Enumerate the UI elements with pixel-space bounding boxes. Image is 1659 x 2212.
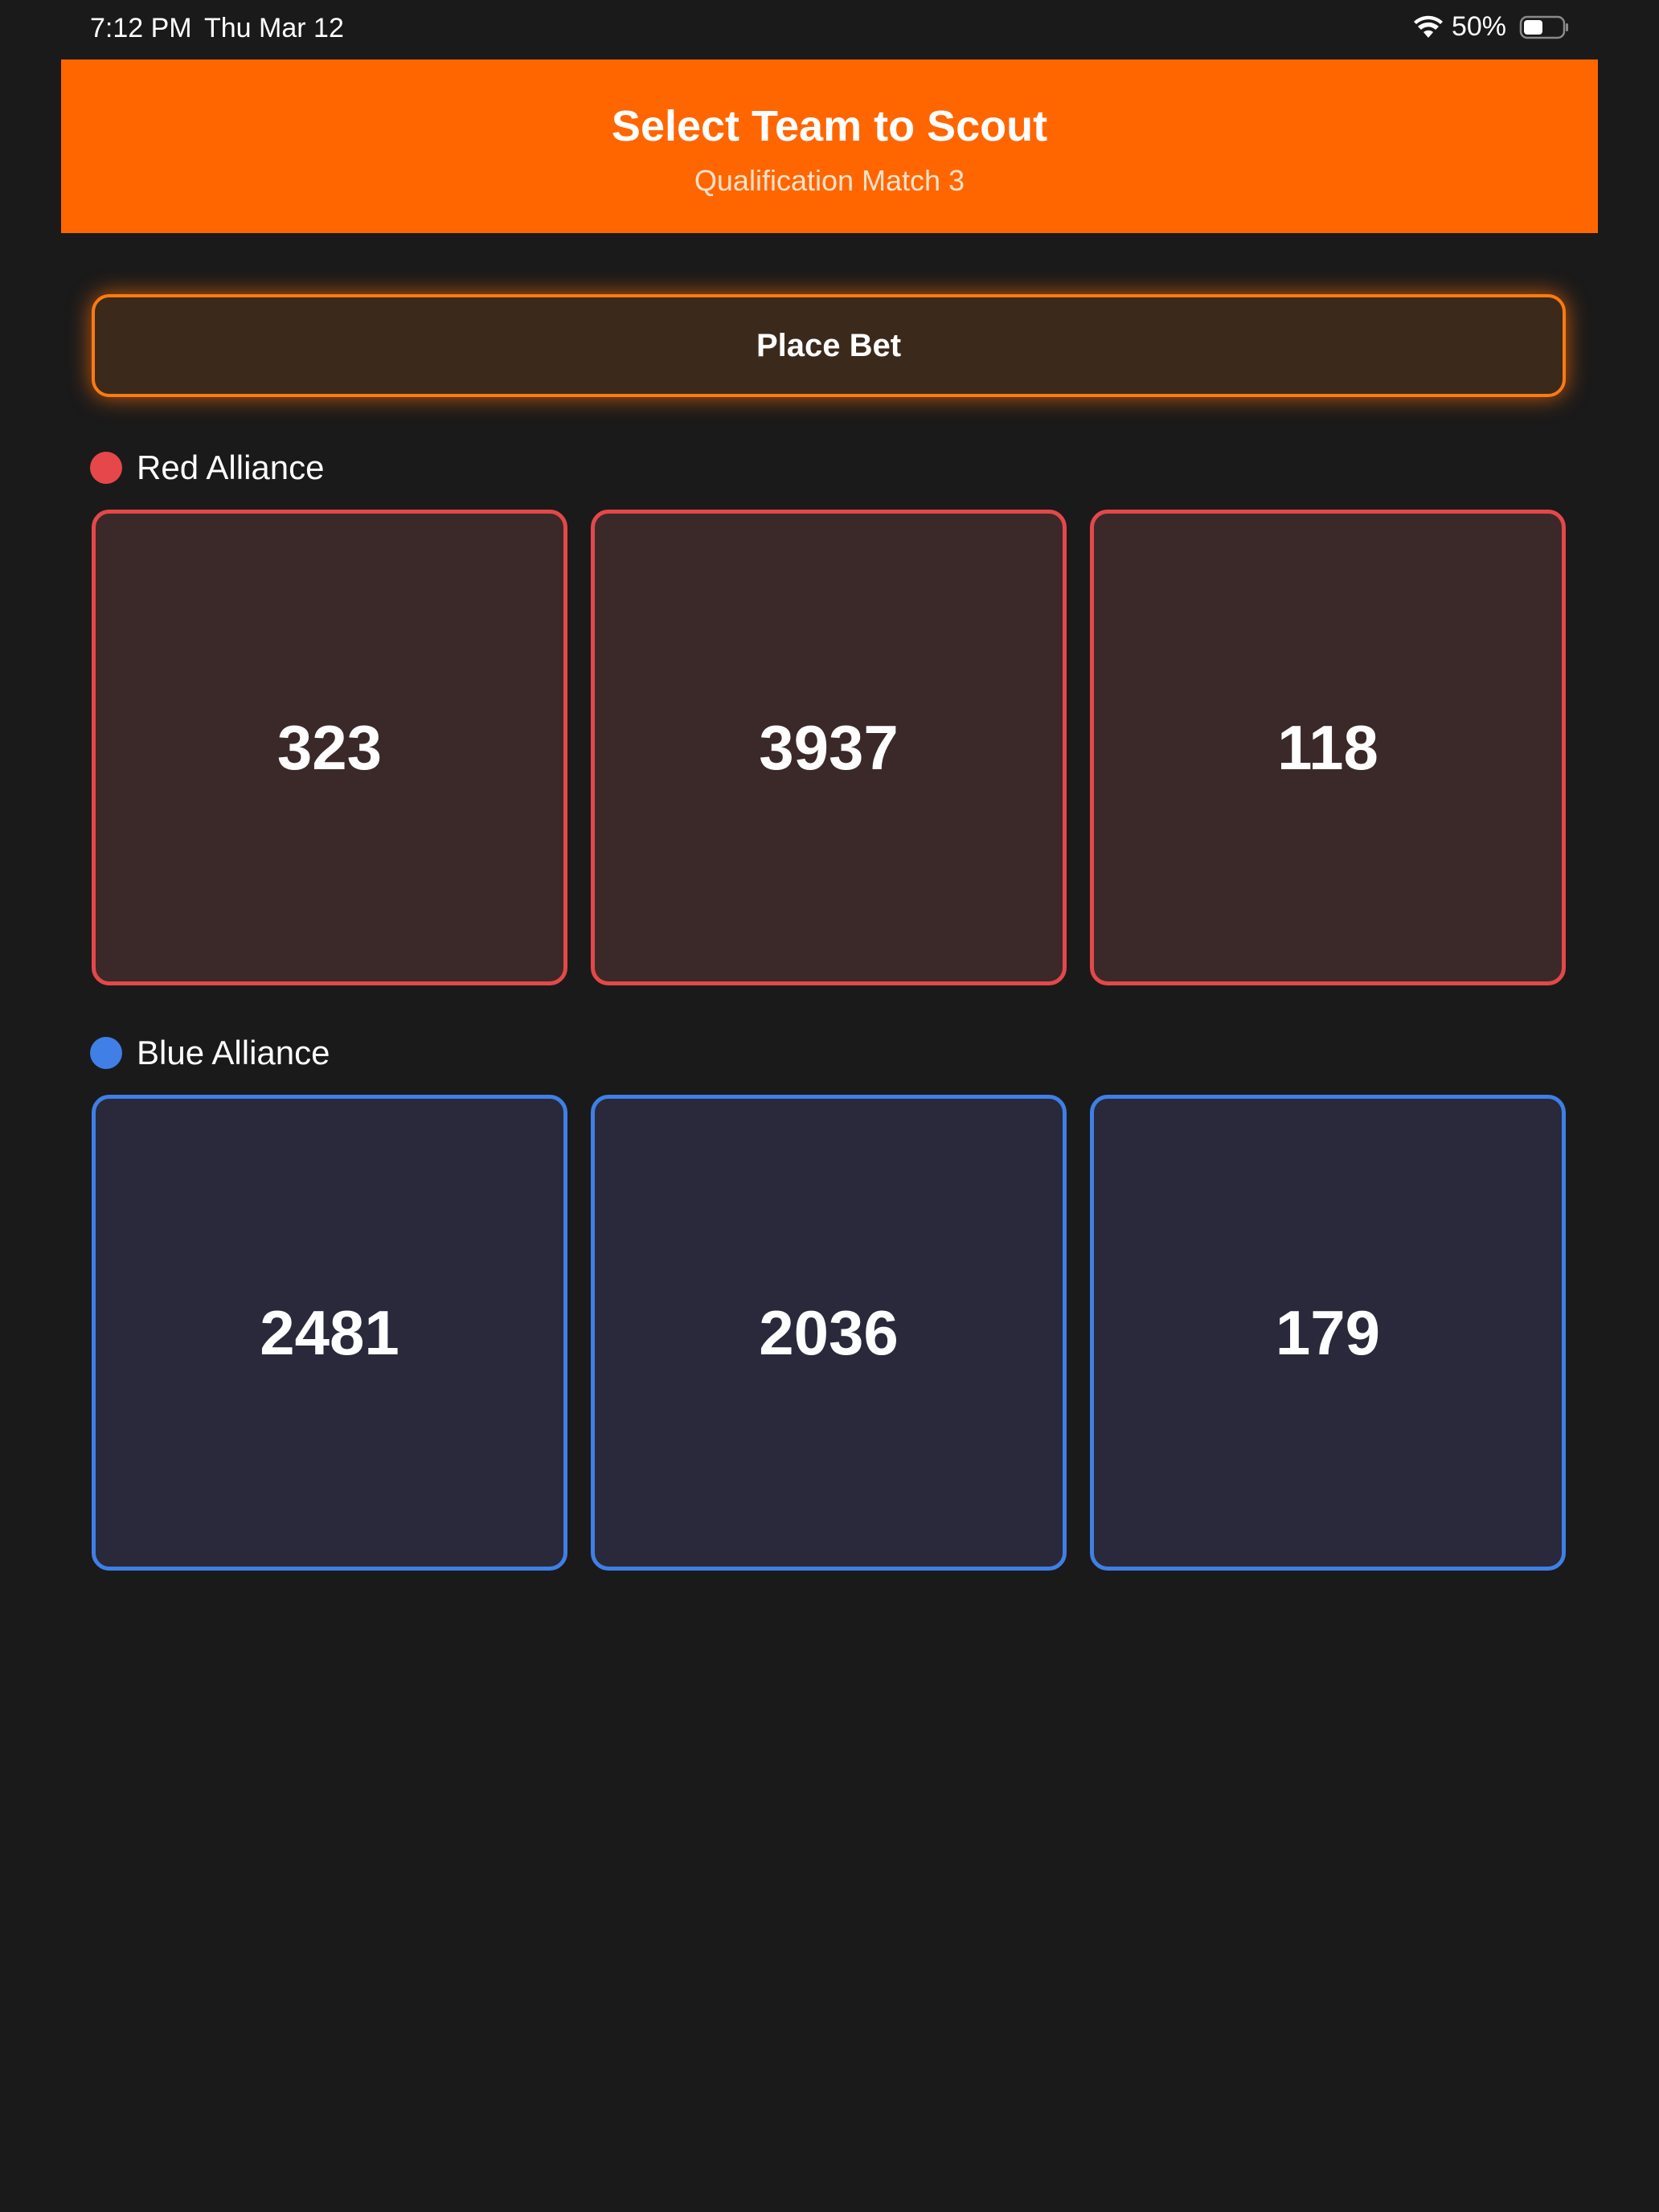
status-bar: 7:12 PM Thu Mar 12 50% (0, 0, 1659, 59)
status-date: Thu Mar 12 (204, 13, 344, 43)
red-alliance-label: Red Alliance (137, 449, 325, 486)
battery-percentage: 50% (1451, 11, 1506, 42)
red-alliance-dot-icon (90, 452, 122, 484)
status-indicators: 50% (1413, 11, 1571, 43)
team-card-red-3[interactable]: 118 (1090, 510, 1566, 985)
blue-alliance-dot-icon (90, 1037, 122, 1069)
page-header: Select Team to Scout Qualification Match… (61, 59, 1598, 233)
team-card-red-1[interactable]: 323 (92, 510, 567, 985)
blue-alliance-label: Blue Alliance (137, 1034, 330, 1071)
team-card-red-2[interactable]: 3937 (591, 510, 1067, 985)
match-subtitle: Qualification Match 3 (694, 164, 965, 197)
place-bet-button[interactable]: Place Bet (92, 294, 1566, 397)
status-time: 7:12 PM (90, 13, 192, 43)
blue-alliance-header: Blue Alliance (90, 1034, 330, 1072)
team-card-blue-3[interactable]: 179 (1090, 1095, 1566, 1571)
team-card-blue-1[interactable]: 2481 (92, 1095, 567, 1571)
page-title: Select Team to Scout (611, 102, 1048, 150)
wifi-icon (1413, 15, 1444, 39)
battery-icon (1519, 14, 1571, 40)
red-alliance-header: Red Alliance (90, 449, 324, 487)
team-card-blue-2[interactable]: 2036 (591, 1095, 1067, 1571)
blue-alliance-teams: 2481 2036 179 (92, 1095, 1566, 1571)
red-alliance-teams: 323 3937 118 (92, 510, 1566, 985)
